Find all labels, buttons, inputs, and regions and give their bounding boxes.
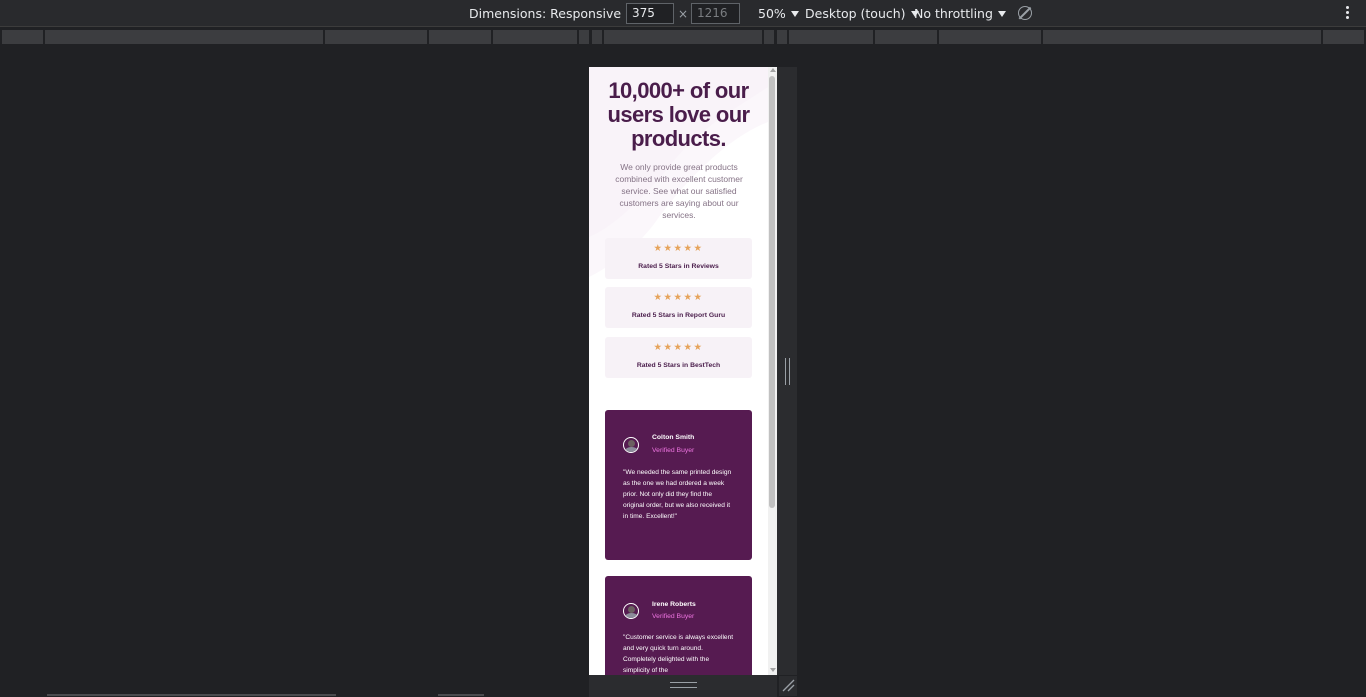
avatar	[623, 437, 639, 453]
corner-resize-handle[interactable]	[779, 676, 797, 696]
testimonial-quote: "We needed the same printed design as th…	[623, 469, 732, 520]
throttling-label: No throttling	[914, 6, 993, 21]
reviewer-role: Verified Buyer	[652, 447, 695, 454]
scroll-up-arrow-icon[interactable]	[770, 68, 776, 72]
media-query-segment[interactable]	[493, 30, 577, 44]
five-stars-icon: ★★★★★	[653, 292, 704, 303]
scrollbar-thumb[interactable]	[769, 76, 775, 508]
scroll-down-arrow-icon[interactable]	[770, 668, 776, 672]
rating-label: Rated 5 Stars in BestTech	[636, 362, 721, 369]
media-query-segment[interactable]	[1323, 30, 1364, 44]
testimonials-page: 10,000+ of our users love our products. …	[589, 67, 768, 675]
times-sign: ×	[678, 7, 689, 21]
device-type-label: Desktop (touch)	[805, 6, 906, 21]
media-query-segment[interactable]	[325, 30, 427, 44]
throttling-dropdown[interactable]: No throttling	[914, 0, 1006, 27]
media-query-segment[interactable]	[939, 30, 1041, 44]
horizontal-scrollbar-thumb[interactable]	[438, 694, 484, 696]
rating-label: Rated 5 Stars in Report Guru	[631, 312, 726, 319]
more-options-icon[interactable]	[1344, 6, 1350, 22]
dimensions-label: Dimensions: Responsive	[469, 6, 622, 21]
resize-grip-icon[interactable]	[670, 682, 697, 688]
five-stars-icon: ★★★★★	[653, 243, 704, 254]
testimonial-quote: "Customer service is always excellent an…	[623, 634, 734, 674]
resize-grip-icon[interactable]	[785, 358, 790, 385]
rating-card: ★★★★★ Rated 5 Stars in BestTech	[605, 337, 752, 378]
chevron-down-icon	[790, 11, 799, 17]
zoom-label: 50%	[758, 6, 786, 21]
device-toolbar: Dimensions: Responsive 375 × 1216 50% De…	[0, 0, 1366, 27]
five-stars-icon: ★★★★★	[653, 342, 704, 353]
corner-resize-icon	[782, 679, 795, 692]
rotate-icon[interactable]	[1018, 6, 1032, 20]
media-query-segment[interactable]	[429, 30, 491, 44]
rating-card: ★★★★★ Rated 5 Stars in Reviews	[605, 238, 752, 279]
media-query-segment[interactable]	[2, 30, 43, 44]
media-query-segment[interactable]	[45, 30, 323, 44]
rating-label: Rated 5 Stars in Reviews	[638, 263, 719, 270]
width-input[interactable]: 375	[626, 3, 674, 24]
media-query-segment[interactable]	[604, 30, 762, 44]
reviewer-name: Colton Smith	[652, 434, 695, 441]
media-query-segment[interactable]	[777, 30, 787, 44]
media-query-segment[interactable]	[592, 30, 602, 44]
chevron-down-icon	[997, 11, 1006, 17]
horizontal-scrollbar-thumb[interactable]	[47, 694, 336, 696]
testimonial-card: Colton Smith Verified Buyer "We needed t…	[605, 410, 752, 560]
media-query-segment[interactable]	[579, 30, 589, 44]
page-title: 10,000+ of our users love our products.	[607, 78, 751, 151]
dimensions-dropdown[interactable]: Dimensions: Responsive	[469, 0, 635, 27]
media-query-segment[interactable]	[764, 30, 774, 44]
media-query-bar	[0, 28, 1366, 46]
reviewer-name: Irene Roberts	[652, 601, 696, 608]
device-type-dropdown[interactable]: Desktop (touch)	[805, 0, 919, 27]
rating-card: ★★★★★ Rated 5 Stars in Report Guru	[605, 287, 752, 328]
media-query-segment[interactable]	[789, 30, 873, 44]
device-viewport: 10,000+ of our users love our products. …	[589, 67, 777, 675]
height-input[interactable]: 1216	[691, 3, 740, 24]
avatar	[623, 603, 639, 619]
media-query-segment[interactable]	[875, 30, 937, 44]
intro-text: We only provide great products combined …	[615, 162, 743, 220]
media-query-segment[interactable]	[1043, 30, 1321, 44]
zoom-dropdown[interactable]: 50%	[758, 0, 799, 27]
reviewer-role: Verified Buyer	[652, 613, 695, 620]
testimonial-card: Irene Roberts Verified Buyer "Customer s…	[605, 576, 752, 675]
